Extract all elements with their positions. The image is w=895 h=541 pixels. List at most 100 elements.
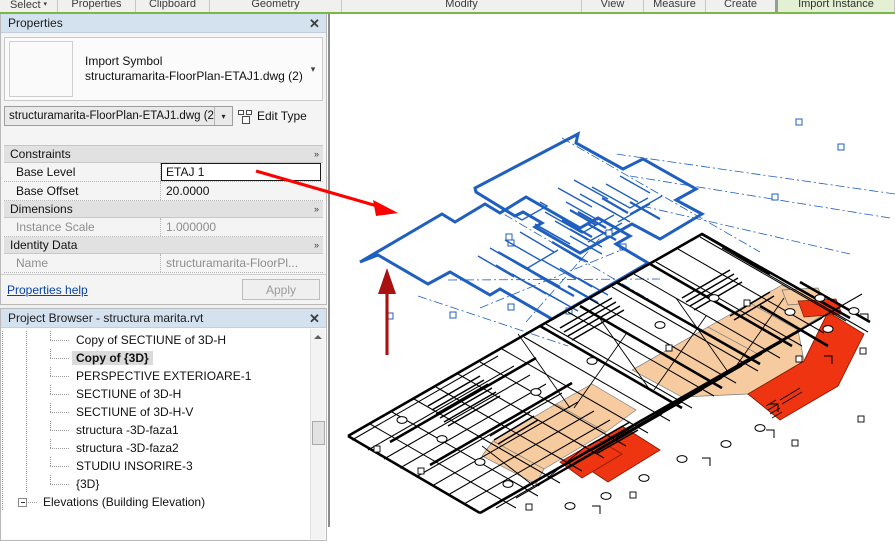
tree-item[interactable]: Copy of {3D} — [2, 349, 309, 367]
parameter-row: Base Offset 20.0000 — [4, 182, 323, 201]
type-text: Import Symbol structuramarita-FloorPlan-… — [73, 54, 304, 84]
tree-item[interactable]: structura -3D-faza1 — [2, 421, 309, 439]
parameter-name: Name — [4, 254, 161, 272]
tree-item[interactable]: structura -3D-faza2 — [2, 439, 309, 457]
apply-button[interactable]: Apply — [242, 279, 320, 300]
edit-type-icon — [238, 109, 253, 124]
tree-item[interactable]: Copy of SECTIUNE of 3D-H — [2, 331, 309, 349]
project-browser-scrollbar[interactable] — [310, 329, 325, 539]
close-icon[interactable]: ✕ — [307, 311, 322, 326]
ribbon-tab-properties[interactable]: Properties — [58, 0, 136, 12]
parameter-group-label: Dimensions — [10, 202, 73, 216]
chevron-down-icon[interactable]: ▾ — [214, 107, 232, 125]
parameter-group-identity-data[interactable]: Identity Data » — [4, 237, 323, 254]
ribbon-tab-clipboard[interactable]: Clipboard — [136, 0, 210, 12]
tree-elbow — [50, 385, 72, 403]
family-label: Import Symbol — [85, 54, 163, 68]
project-browser-title: Project Browser - structura marita.rvt — [8, 311, 204, 325]
tree-item[interactable]: SECTIUNE of 3D-H-V — [2, 403, 309, 421]
tree-item[interactable]: SECTIUNE of 3D-H — [2, 385, 309, 403]
parameter-group-constraints[interactable]: Constraints » — [4, 146, 323, 163]
imported-dwg-lower-outline — [359, 195, 651, 321]
tree-elbow — [50, 439, 72, 457]
chevron-down-icon[interactable]: ▾ — [304, 64, 322, 75]
project-browser-panel: Project Browser - structura marita.rvt ✕… — [0, 308, 327, 541]
parameter-name: Instance Scale — [4, 218, 161, 236]
parameter-group-dimensions[interactable]: Dimensions » — [4, 201, 323, 218]
ribbon-tab-create[interactable]: Create — [706, 0, 778, 12]
ribbon-tab-label: Measure — [653, 0, 696, 10]
drawing-canvas[interactable] — [330, 16, 895, 527]
project-browser-titlebar: Project Browser - structura marita.rvt ✕ — [1, 309, 326, 328]
tree-elbow — [50, 349, 72, 367]
ribbon-tab-label: Geometry — [251, 0, 300, 10]
tree-item[interactable]: STUDIU INSORIRE-3 — [2, 457, 309, 475]
parameter-row: Name structuramarita-FloorPl... — [4, 254, 323, 273]
ribbon-tab-label: Import Instance — [798, 0, 874, 10]
tree-guide — [2, 493, 3, 511]
tree-item[interactable]: Elevations (Building Elevation) — [2, 493, 309, 511]
scrollbar-thumb[interactable] — [312, 421, 325, 445]
imported-dwg-upper-interior — [514, 175, 663, 248]
type-selector-row: structuramarita-FloorPlan-ETAJ1.dwg (2 ▾… — [4, 106, 323, 126]
parameter-group-label: Constraints — [10, 147, 71, 161]
tree-item-label: SECTIUNE of 3D-H — [76, 387, 182, 401]
scroll-up-icon[interactable] — [311, 329, 325, 344]
ribbon-tab-measure[interactable]: Measure — [644, 0, 706, 12]
tree-item-label: Copy of {3D} — [72, 351, 153, 365]
project-browser-tree: Copy of SECTIUNE of 3D-H Copy of {3D} PERS… — [2, 329, 309, 539]
parameter-value-name: structuramarita-FloorPl... — [166, 256, 299, 270]
tree-item-label: Copy of SECTIUNE of 3D-H — [76, 333, 227, 347]
type-preview-card[interactable]: Import Symbol structuramarita-FloorPlan-… — [4, 37, 323, 101]
ribbon-tab-select[interactable]: Select ▾ — [0, 0, 58, 12]
collapse-chevron-icon[interactable]: » — [314, 204, 319, 214]
revit-window: Select ▾ Properties Clipboard Geometry Modify… — [0, 0, 895, 541]
parameter-row: Instance Scale 1.000000 — [4, 218, 323, 237]
parameter-value-base-offset[interactable]: 20.0000 — [161, 182, 323, 200]
type-label: structuramarita-FloorPlan-ETAJ1.dwg (2) — [85, 69, 303, 83]
ribbon-tab-geometry[interactable]: Geometry — [210, 0, 342, 12]
edit-type-button[interactable]: Edit Type — [238, 109, 307, 124]
tree-item-label: structura -3D-faza2 — [76, 441, 179, 455]
tree-elbow — [50, 421, 72, 439]
tree-elbow — [50, 457, 72, 475]
properties-title: Properties — [8, 16, 63, 30]
parameter-group-label: Identity Data — [10, 238, 78, 252]
tree-expander-icon[interactable] — [17, 493, 39, 511]
left-dock: Properties ✕ Import Symbol structuramari… — [0, 14, 327, 541]
ribbon-tab-modify[interactable]: Modify — [342, 0, 582, 12]
chevron-down-icon[interactable]: ▾ — [44, 0, 48, 10]
properties-help-link[interactable]: Properties help — [7, 283, 242, 297]
collapse-chevron-icon[interactable]: » — [314, 240, 319, 250]
properties-titlebar: Properties ✕ — [1, 14, 326, 33]
tree-item-label: SECTIUNE of 3D-H-V — [76, 405, 194, 419]
tree-elbow — [50, 331, 72, 349]
type-selector-combobox[interactable]: structuramarita-FloorPlan-ETAJ1.dwg (2 ▾ — [4, 106, 233, 126]
ribbon-tab-view[interactable]: View — [582, 0, 644, 12]
collapse-chevron-icon[interactable]: » — [314, 149, 319, 159]
tree-item[interactable]: {3D} — [2, 475, 309, 493]
parameter-value-base-level[interactable]: ETAJ 1 — [161, 163, 321, 181]
edit-type-label: Edit Type — [257, 109, 307, 123]
tree-elbow — [50, 367, 72, 385]
ribbon-tab-import-instance[interactable]: Import Instance — [778, 0, 895, 12]
ribbon-tab-label: View — [600, 0, 625, 10]
parameter-name: Base Offset — [4, 182, 161, 200]
ribbon-tab-label: Properties — [71, 0, 122, 10]
tree-item-label: {3D} — [76, 477, 100, 491]
tree-item[interactable]: PERSPECTIVE EXTERIOARE-1 — [2, 367, 309, 385]
close-icon[interactable]: ✕ — [307, 16, 322, 31]
tree-item-label: Elevations (Building Elevation) — [43, 495, 206, 509]
